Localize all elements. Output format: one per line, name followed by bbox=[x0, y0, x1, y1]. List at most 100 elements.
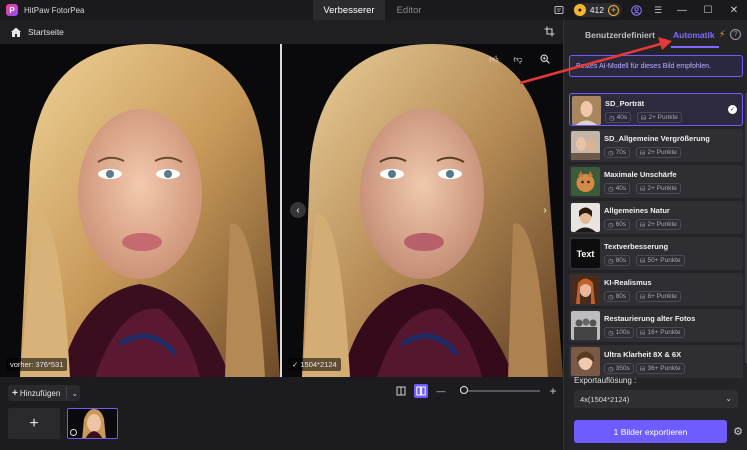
home-icon[interactable] bbox=[10, 26, 22, 38]
add-coins-button[interactable]: + bbox=[608, 4, 619, 16]
model-points-badge: ⛁ 50+ Punkte bbox=[636, 255, 685, 266]
model-points-badge: ⛁ 36+ Punkte bbox=[636, 363, 685, 374]
after-image: ✓ 1504*2124 bbox=[282, 44, 563, 377]
model-points: 16+ Punkte bbox=[647, 329, 681, 336]
export-button[interactable]: 1 Bilder exportieren bbox=[574, 420, 727, 443]
thumbs-up-icon[interactable]: 👍︎ bbox=[487, 52, 501, 66]
model-time-badge: ◷ 40s bbox=[605, 112, 632, 123]
next-arrow-icon[interactable]: › bbox=[537, 202, 553, 218]
panel-tabs: Benutzerdefiniert Automatik ⚡ ? bbox=[564, 20, 747, 50]
model-time: 80s bbox=[615, 293, 627, 300]
zoom-slider[interactable] bbox=[460, 386, 540, 394]
app-title: HitPaw FotorPea bbox=[24, 5, 85, 15]
title-bar: P HitPaw FotorPea Verbesserer Editor ● 4… bbox=[0, 0, 747, 20]
model-thumbnail bbox=[571, 275, 600, 304]
add-image-tile[interactable]: + bbox=[8, 408, 60, 439]
model-time-badge: ◷ 350s bbox=[604, 363, 634, 374]
close-button[interactable]: ✕ bbox=[721, 0, 747, 20]
model-time-badge: ◷ 100s bbox=[604, 327, 634, 338]
before-resolution-label: vorher: 376*531 bbox=[6, 358, 68, 371]
model-points: 36+ Punkte bbox=[647, 365, 681, 372]
model-time-badge: ◷ 40s bbox=[604, 183, 631, 194]
menu-icon[interactable]: ☰ bbox=[651, 3, 665, 17]
message-icon[interactable] bbox=[552, 3, 566, 17]
model-points-badge: ⛁ 2+ Punkte bbox=[636, 147, 681, 158]
model-time: 60s bbox=[615, 221, 627, 228]
model-name: SD_Porträt bbox=[605, 99, 645, 108]
model-points: 2+ Punkte bbox=[647, 221, 677, 228]
coin-icon: ● bbox=[573, 4, 586, 16]
model-points-badge: ⛁ 2+ Punkte bbox=[636, 183, 681, 194]
model-card-sd-general[interactable]: SD_Allgemeine Vergrößerung ◷ 70s ⛁ 2+ Pu… bbox=[569, 129, 743, 162]
model-time: 80s bbox=[615, 257, 627, 264]
model-card-ultra-clarity[interactable]: Ultra Klarheit 8X & 6X ◷ 350s ⛁ 36+ Punk… bbox=[569, 345, 743, 378]
model-thumbnail bbox=[572, 96, 601, 125]
model-points-badge: ⛁ 2+ Punkte bbox=[637, 112, 682, 123]
model-time-badge: ◷ 70s bbox=[604, 147, 631, 158]
tab-custom[interactable]: Benutzerdefiniert bbox=[585, 30, 655, 40]
export-resolution-label: Exportauflösung : bbox=[574, 376, 637, 385]
model-card-sd-portrait[interactable]: SD_Porträt ◷ 40s ⛁ 2+ Punkte ✓ bbox=[569, 93, 743, 126]
single-view-icon[interactable] bbox=[394, 384, 408, 398]
model-time: 70s bbox=[615, 149, 627, 156]
model-name: Textverbesserung bbox=[604, 242, 669, 251]
zoom-in-plus-icon[interactable]: + bbox=[546, 384, 560, 398]
model-points-badge: ⛁ 16+ Punkte bbox=[636, 327, 685, 338]
model-thumbnail bbox=[571, 167, 600, 196]
zoom-slider-handle[interactable] bbox=[460, 386, 468, 394]
thumbs-down-icon[interactable]: 👎︎ bbox=[511, 52, 525, 66]
home-link[interactable]: Startseite bbox=[28, 27, 64, 37]
plus-icon: + bbox=[12, 387, 18, 399]
chevron-down-icon[interactable]: ⌄ bbox=[71, 389, 78, 398]
model-thumbnail bbox=[571, 311, 600, 340]
model-name: KI-Realismus bbox=[604, 278, 652, 287]
tab-editor[interactable]: Editor bbox=[385, 0, 433, 20]
help-icon[interactable]: ? bbox=[730, 29, 741, 40]
model-points: 2+ Punkte bbox=[648, 114, 678, 121]
gear-icon[interactable]: ⚙ bbox=[732, 425, 744, 438]
add-images-button[interactable]: + Hinzufügen ⌄ bbox=[8, 385, 80, 401]
model-thumbnail bbox=[571, 347, 600, 376]
model-card-ai-realism[interactable]: KI-Realismus ◷ 80s ⛁ 8+ Punkte bbox=[569, 273, 743, 306]
crop-icon[interactable] bbox=[543, 25, 555, 37]
model-time: 40s bbox=[615, 185, 627, 192]
model-name: SD_Allgemeine Vergrößerung bbox=[604, 134, 710, 143]
model-time-badge: ◷ 60s bbox=[604, 219, 631, 230]
tab-verbesserer[interactable]: Verbesserer bbox=[313, 0, 385, 20]
toolbar: Startseite bbox=[0, 20, 563, 44]
app-logo: P bbox=[6, 4, 18, 16]
model-points: 2+ Punkte bbox=[647, 185, 677, 192]
bottom-bar: + Hinzufügen ⌄ — + + bbox=[0, 377, 563, 450]
model-card-general-nature[interactable]: Allgemeines Natur ◷ 60s ⛁ 2+ Punkte bbox=[569, 201, 743, 234]
model-thumbnail bbox=[571, 131, 600, 160]
recommendation-banner: Bestes AI-Modell für dieses Bild empfohl… bbox=[569, 55, 743, 77]
model-name: Ultra Klarheit 8X & 6X bbox=[604, 350, 682, 359]
active-tab-indicator bbox=[671, 46, 719, 48]
maximize-button[interactable]: ☐ bbox=[695, 0, 721, 20]
model-thumbnail: Text bbox=[571, 239, 600, 268]
export-resolution-select[interactable]: 4x(1504*2124) ⌄ bbox=[574, 390, 738, 408]
after-resolution-label: ✓ 1504*2124 bbox=[288, 358, 341, 371]
model-name: Restaurierung alter Fotos bbox=[604, 314, 696, 323]
model-card-old-photo[interactable]: Restaurierung alter Fotos ◷ 100s ⛁ 16+ P… bbox=[569, 309, 743, 342]
lightning-icon: ⚡ bbox=[719, 29, 726, 39]
split-view-icon[interactable] bbox=[414, 384, 428, 398]
model-points-badge: ⛁ 2+ Punkte bbox=[636, 219, 681, 230]
previous-arrow-icon[interactable]: ‹ bbox=[290, 202, 306, 218]
minimize-button[interactable]: — bbox=[669, 0, 695, 20]
title-bar-actions: ● 412 + ☰ — ☐ ✕ bbox=[548, 0, 747, 20]
zoom-out-icon[interactable]: — bbox=[434, 384, 448, 398]
coin-balance[interactable]: ● 412 + bbox=[572, 3, 622, 17]
zoom-in-icon[interactable] bbox=[538, 52, 552, 66]
user-icon[interactable] bbox=[629, 3, 643, 17]
model-card-max-blur[interactable]: Maximale Unschärfe ◷ 40s ⛁ 2+ Punkte bbox=[569, 165, 743, 198]
model-list: SD_Porträt ◷ 40s ⛁ 2+ Punkte ✓ SD_Allgem… bbox=[569, 93, 743, 381]
before-image: vorher: 376*531 bbox=[0, 44, 280, 377]
add-images-separator bbox=[66, 387, 68, 399]
model-name: Allgemeines Natur bbox=[604, 206, 670, 215]
model-time: 100s bbox=[615, 329, 630, 336]
model-card-text-enhance[interactable]: Text Textverbesserung ◷ 80s ⛁ 50+ Punkte bbox=[569, 237, 743, 270]
tab-automatic[interactable]: Automatik bbox=[673, 30, 715, 40]
add-images-label: Hinzufügen bbox=[19, 388, 61, 398]
image-thumbnail[interactable] bbox=[67, 408, 118, 439]
